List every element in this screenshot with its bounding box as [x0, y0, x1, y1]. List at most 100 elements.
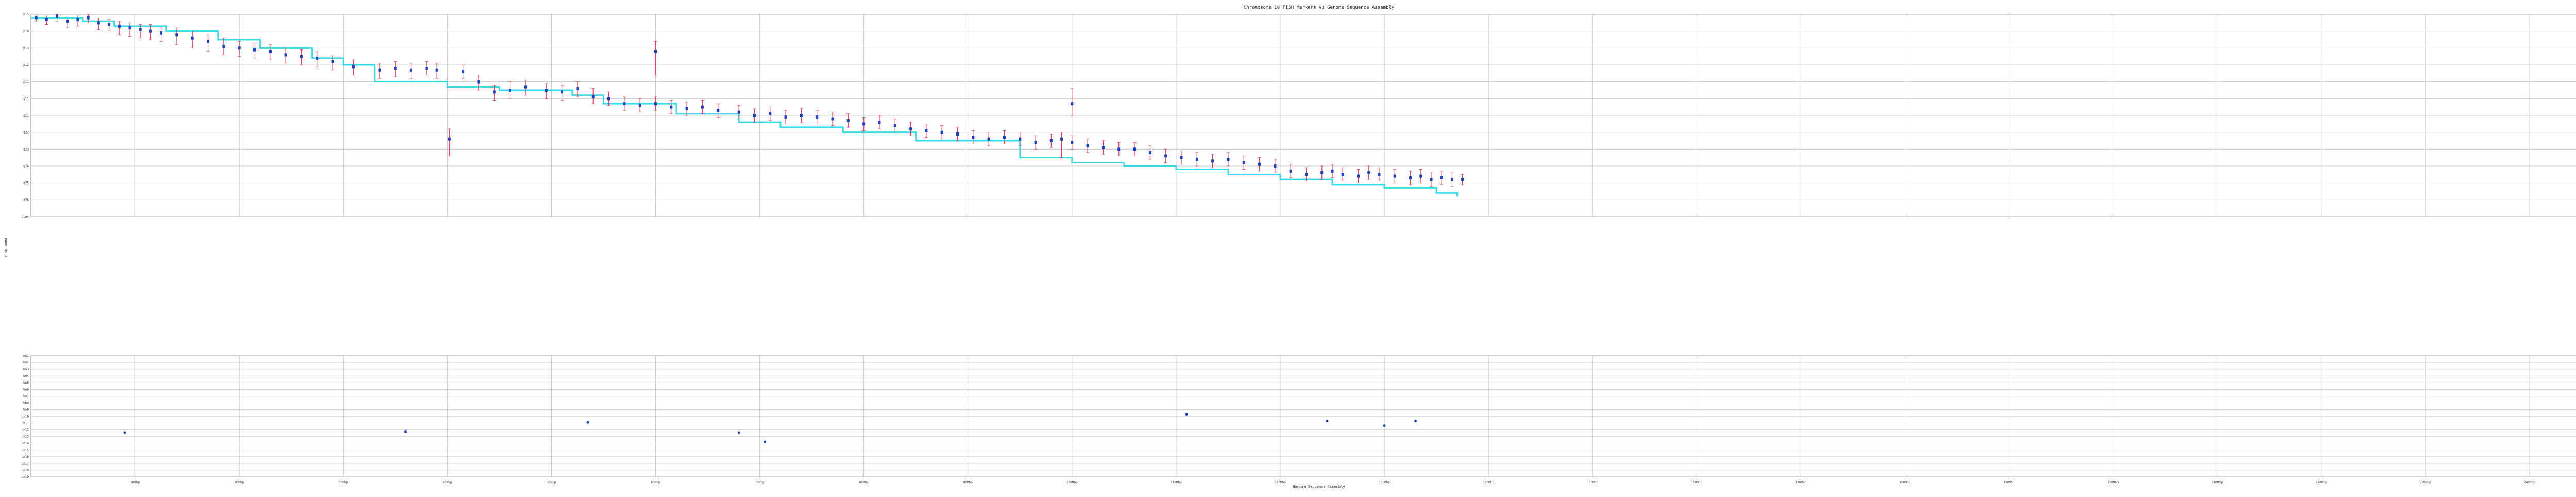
marker-point: [1164, 154, 1167, 158]
x-tick-label: 210Mbp: [2212, 481, 2223, 484]
y-tick-label-lower: Un7: [23, 394, 29, 398]
marker-point: [1133, 147, 1136, 151]
x-tick-label: 50Mbp: [547, 481, 556, 484]
marker-point: [394, 67, 397, 70]
y-tick-label-lower: Un18: [22, 469, 29, 472]
marker-point: [352, 65, 355, 69]
y-tick-label-lower: Un4: [23, 374, 29, 378]
marker-point: [956, 132, 959, 136]
marker-point: [238, 46, 241, 50]
chart-container: Chromosome 10 FISH Markers vs Genome Seq…: [0, 0, 2576, 495]
y-tick-label: q26: [23, 198, 29, 202]
marker-point: [175, 33, 178, 37]
marker-point: [300, 55, 303, 58]
marker-point: [987, 137, 990, 141]
marker-point: [284, 53, 287, 57]
marker-point: [769, 112, 772, 115]
marker-point: [654, 49, 657, 53]
marker-point: [701, 105, 704, 109]
marker-point: [878, 121, 881, 124]
marker-point: [1289, 169, 1292, 173]
marker-point: [128, 26, 131, 30]
unplaced-point: [764, 440, 767, 443]
y-tick-label-lower: Un16: [22, 455, 29, 459]
marker-point: [1003, 136, 1006, 139]
y-tick-label: qter: [22, 215, 29, 219]
x-tick-label: 230Mbp: [2420, 481, 2431, 484]
marker-point: [1148, 151, 1151, 154]
marker-point: [87, 16, 90, 20]
unplaced-point: [1326, 420, 1329, 423]
marker-point: [1320, 171, 1324, 175]
marker-point: [1049, 139, 1053, 142]
marker-point: [1304, 173, 1308, 176]
marker-point: [670, 105, 673, 109]
marker-point: [448, 137, 451, 141]
x-tick-label: 220Mbp: [2316, 481, 2327, 484]
marker-point: [509, 89, 512, 92]
marker-point: [862, 122, 866, 126]
x-tick-label: 240Mbp: [2524, 481, 2535, 484]
marker-point: [591, 95, 595, 99]
y-tick-label: p11: [23, 80, 29, 84]
x-tick-label: 30Mbp: [338, 481, 348, 484]
marker-point: [477, 80, 480, 84]
y-tick-label-lower: Un10: [22, 415, 29, 419]
marker-point: [1117, 147, 1121, 151]
marker-point: [160, 31, 163, 35]
x-tick-label: 60Mbp: [651, 481, 660, 484]
marker-point: [1461, 178, 1464, 181]
marker-point: [1019, 137, 1022, 141]
x-tick-label: 150Mbp: [1587, 481, 1598, 484]
marker-point: [1341, 173, 1344, 176]
marker-point: [1060, 137, 1063, 141]
y-axis-label: FISH Band: [4, 238, 8, 257]
chart-title: Chromosome 10 FISH Markers vs Genome Seq…: [1244, 5, 1395, 10]
marker-point: [638, 104, 641, 107]
marker-point: [45, 18, 48, 21]
marker-point: [207, 40, 210, 43]
marker-point: [316, 56, 319, 60]
marker-point: [1071, 141, 1074, 144]
y-tick-label: q22: [23, 131, 29, 135]
marker-point: [1331, 169, 1334, 173]
marker-point: [831, 117, 834, 121]
marker-point: [1258, 162, 1261, 166]
unplaced-point: [586, 421, 589, 424]
y-tick-label-lower: Un1: [23, 354, 29, 358]
marker-point: [800, 114, 803, 117]
marker-point: [118, 24, 121, 28]
marker-point: [654, 102, 657, 106]
marker-point: [1440, 176, 1443, 179]
y-tick-label: q11: [23, 97, 29, 101]
x-tick-label: 100Mbp: [1066, 481, 1078, 484]
y-tick-label: q25: [23, 181, 29, 185]
y-tick-label-lower: Un5: [23, 381, 29, 385]
x-tick-label: 190Mbp: [2004, 481, 2015, 484]
marker-point: [784, 115, 787, 119]
marker-point: [435, 68, 438, 72]
marker-point: [1101, 146, 1105, 150]
marker-point: [35, 16, 38, 20]
unplaced-point: [1414, 420, 1417, 423]
chart-svg: Chromosome 10 FISH Markers vs Genome Seq…: [0, 0, 2576, 495]
y-tick-label: p14: [23, 30, 29, 34]
marker-point: [1211, 159, 1214, 163]
y-tick-label-lower: Un11: [22, 422, 29, 425]
y-tick-label: p13: [23, 46, 29, 50]
marker-point: [1450, 178, 1453, 181]
marker-point: [816, 115, 819, 119]
y-tick-label-lower: Un14: [22, 442, 29, 445]
marker-point: [1419, 174, 1422, 178]
y-tick-label: p15: [23, 13, 29, 16]
x-tick-label: 20Mbp: [234, 481, 244, 484]
marker-point: [753, 114, 756, 117]
marker-point: [685, 107, 688, 110]
marker-point: [378, 68, 381, 72]
marker-point: [1378, 173, 1381, 176]
marker-point: [607, 97, 611, 101]
marker-point: [97, 21, 100, 25]
y-tick-label: q23: [23, 147, 29, 151]
marker-point: [1227, 157, 1230, 161]
marker-point: [623, 102, 626, 106]
